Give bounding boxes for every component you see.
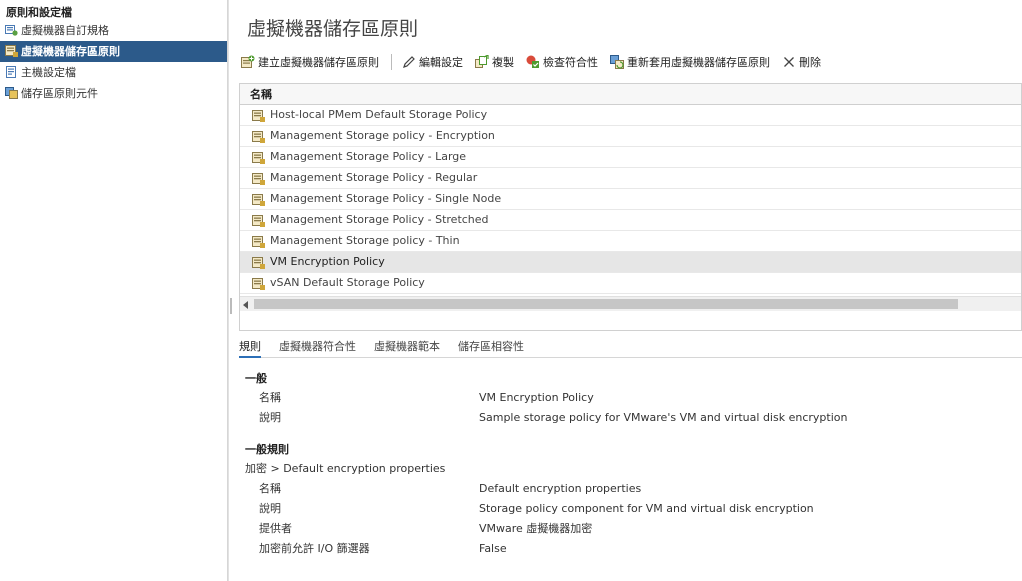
detail-key: 名稱: [259, 391, 281, 404]
check-compliance-icon: [526, 55, 539, 68]
main-pane: 虛擬機器儲存區原則 建立虛擬機器儲存區原則 編輯設定 複製 檢查符合性 重新套用…: [239, 0, 1022, 581]
reapply-policy-button[interactable]: 重新套用虛擬機器儲存區原則: [610, 54, 770, 70]
table-row-selected[interactable]: VM Encryption Policy: [240, 252, 1021, 273]
sidebar-item-label: 虛擬機器自訂規格: [21, 24, 109, 37]
storage-policy-icon: [252, 257, 265, 269]
rules-section-title: 一般規則: [245, 443, 289, 456]
delete-button[interactable]: 刪除: [782, 54, 821, 70]
create-policy-button[interactable]: 建立虛擬機器儲存區原則: [241, 54, 379, 70]
sidebar-item-vm-customization-specs[interactable]: 虛擬機器自訂規格: [0, 20, 227, 41]
row-name: Management Storage policy - Encryption: [270, 129, 495, 142]
detail-key: 提供者: [259, 522, 292, 535]
sidebar-header: 原則和設定檔: [6, 6, 72, 19]
row-name: Host-local PMem Default Storage Policy: [270, 108, 488, 121]
edit-settings-button[interactable]: 編輯設定: [402, 54, 463, 70]
policy-grid: 名稱 Host-local PMem Default Storage Polic…: [239, 83, 1022, 331]
create-policy-label: 建立虛擬機器儲存區原則: [258, 56, 379, 69]
delete-label: 刪除: [799, 56, 821, 69]
detail-tabs: 規則 虛擬機器符合性 虛擬機器範本 儲存區相容性: [239, 336, 1022, 358]
clone-icon: [475, 55, 489, 68]
table-row[interactable]: Host-local PMem Default Storage Policy: [240, 105, 1021, 126]
toolbar-separator: [391, 54, 392, 70]
edit-settings-label: 編輯設定: [419, 56, 463, 69]
reapply-policy-label: 重新套用虛擬機器儲存區原則: [627, 56, 770, 69]
table-row[interactable]: Management Storage policy - Thin: [240, 231, 1021, 252]
detail-value: Sample storage policy for VMware's VM an…: [479, 411, 848, 424]
customization-spec-icon: [5, 25, 18, 36]
sidebar-item-host-profiles[interactable]: 主機設定檔: [0, 62, 227, 83]
general-section-title: 一般: [245, 372, 267, 385]
sidebar-item-label: 虛擬機器儲存區原則: [21, 45, 120, 58]
row-name: Management Storage Policy - Single Node: [270, 192, 502, 205]
table-row[interactable]: Management Storage Policy - Large: [240, 147, 1021, 168]
table-row[interactable]: vSAN Default Storage Policy: [240, 273, 1021, 294]
scroll-left-icon[interactable]: [243, 301, 248, 309]
table-row[interactable]: Management Storage Policy - Single Node: [240, 189, 1021, 210]
table-row[interactable]: Management Storage Policy - Stretched: [240, 210, 1021, 231]
sidebar-item-vm-storage-policies[interactable]: 虛擬機器儲存區原則: [0, 41, 227, 62]
storage-policy-icon: [252, 173, 265, 185]
detail-value: Storage policy component for VM and virt…: [479, 502, 814, 515]
horizontal-scrollbar[interactable]: [240, 296, 1021, 311]
detail-value: Default encryption properties: [479, 482, 642, 495]
close-icon: [784, 57, 794, 67]
detail-row: 說明 Storage policy component for VM and v…: [245, 499, 1015, 519]
reapply-policy-icon: [610, 55, 624, 69]
scrollbar-thumb[interactable]: [254, 299, 958, 309]
column-header-name[interactable]: 名稱: [240, 84, 1021, 105]
detail-key: 加密前允許 I/O 篩選器: [259, 542, 370, 555]
policy-component-icon: [5, 87, 18, 99]
storage-policy-icon: [5, 45, 18, 57]
toolbar: 建立虛擬機器儲存區原則 編輯設定 複製 檢查符合性 重新套用虛擬機器儲存區原則 …: [241, 52, 833, 72]
sidebar: 原則和設定檔 虛擬機器自訂規格 虛擬機器儲存區原則 主機設定檔 儲存區原則元件: [0, 0, 228, 581]
detail-row: 加密前允許 I/O 篩選器 False: [245, 539, 1015, 559]
pencil-icon: [403, 56, 415, 68]
storage-policy-icon: [252, 215, 265, 227]
row-name: VM Encryption Policy: [270, 255, 385, 268]
clone-button[interactable]: 複製: [475, 54, 514, 70]
storage-policy-icon: [252, 194, 265, 206]
host-profile-icon: [6, 66, 16, 78]
sidebar-item-storage-policy-components[interactable]: 儲存區原則元件: [0, 83, 227, 104]
pane-splitter[interactable]: [228, 0, 234, 581]
tab-vm-templates[interactable]: 虛擬機器範本: [374, 336, 440, 358]
splitter-grip[interactable]: [230, 298, 232, 314]
detail-value: VMware 虛擬機器加密: [479, 522, 593, 535]
storage-policy-icon: [252, 236, 265, 248]
table-row[interactable]: Management Storage Policy - Regular: [240, 168, 1021, 189]
row-name: Management Storage policy - Thin: [270, 234, 460, 247]
create-policy-icon: [241, 55, 255, 68]
storage-policy-icon: [252, 278, 265, 290]
detail-row: 說明 Sample storage policy for VMware's VM…: [245, 408, 1015, 428]
detail-row: 名稱 VM Encryption Policy: [245, 388, 1015, 408]
rules-details: 一般 名稱 VM Encryption Policy 說明 Sample sto…: [245, 370, 1015, 559]
sidebar-item-label: 儲存區原則元件: [21, 87, 98, 100]
row-name: Management Storage Policy - Large: [270, 150, 467, 163]
page-title: 虛擬機器儲存區原則: [247, 18, 419, 40]
storage-policy-icon: [252, 131, 265, 143]
tab-vm-compliance[interactable]: 虛擬機器符合性: [279, 336, 356, 358]
storage-policy-icon: [252, 110, 265, 122]
detail-row: 提供者 VMware 虛擬機器加密: [245, 519, 1015, 539]
check-compliance-button[interactable]: 檢查符合性: [526, 54, 598, 70]
tab-rules[interactable]: 規則: [239, 336, 261, 358]
rules-subtitle: 加密 > Default encryption properties: [245, 462, 446, 475]
storage-policy-icon: [252, 152, 265, 164]
detail-key: 說明: [259, 411, 281, 424]
row-name: vSAN Default Storage Policy: [270, 276, 425, 289]
row-name: Management Storage Policy - Stretched: [270, 213, 489, 226]
clone-label: 複製: [492, 56, 514, 69]
check-compliance-label: 檢查符合性: [543, 56, 598, 69]
detail-value: False: [479, 542, 507, 555]
detail-value: VM Encryption Policy: [479, 391, 594, 404]
sidebar-item-label: 主機設定檔: [21, 66, 76, 79]
row-name: Management Storage Policy - Regular: [270, 171, 478, 184]
tab-storage-compatibility[interactable]: 儲存區相容性: [458, 336, 524, 358]
detail-row: 名稱 Default encryption properties: [245, 479, 1015, 499]
detail-key: 名稱: [259, 482, 281, 495]
detail-key: 說明: [259, 502, 281, 515]
table-row[interactable]: Management Storage policy - Encryption: [240, 126, 1021, 147]
